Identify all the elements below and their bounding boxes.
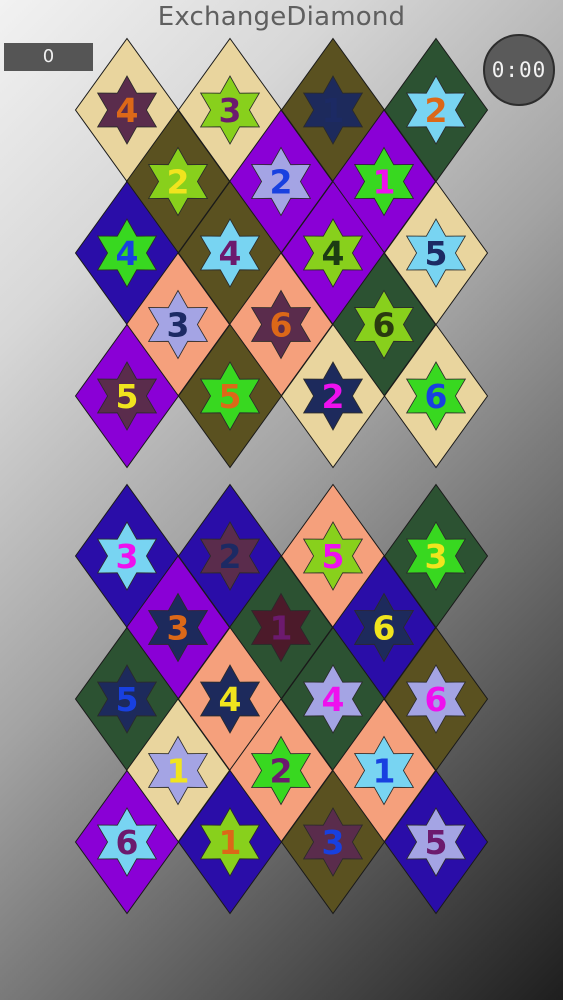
tile-number: 1 xyxy=(167,752,190,791)
tile-number: 6 xyxy=(373,306,396,345)
tile-number: 2 xyxy=(322,377,345,416)
tile-number: 4 xyxy=(219,680,242,719)
tile-number: 5 xyxy=(425,823,448,862)
tile-number: 2 xyxy=(219,537,242,576)
tile-number: 6 xyxy=(116,823,139,862)
tile-number: 2 xyxy=(425,91,448,130)
tile-number: 3 xyxy=(322,823,345,862)
tile-number: 6 xyxy=(425,377,448,416)
tile-number: 1 xyxy=(219,823,242,862)
tile-number: 6 xyxy=(270,306,293,345)
tile-number: 3 xyxy=(116,537,139,576)
game-board: 4 3 1 22 2 14 4 4 53 6 65 5 2 63 2 5 33 1 65 4 4 61 2 16 1 3 5 xyxy=(74,37,489,915)
tile-number: 4 xyxy=(219,234,242,273)
tile-number: 2 xyxy=(270,163,293,202)
tile-number: 5 xyxy=(425,234,448,273)
tile-number: 1 xyxy=(322,91,345,130)
tile-number: 1 xyxy=(373,752,396,791)
tile-number: 1 xyxy=(270,609,293,648)
tile-number: 4 xyxy=(322,680,345,719)
tile-number: 4 xyxy=(322,234,345,273)
tile-number: 5 xyxy=(322,537,345,576)
tile-number: 3 xyxy=(425,537,448,576)
tile-number: 4 xyxy=(116,234,139,273)
tile-number: 2 xyxy=(167,163,190,202)
tile-number: 5 xyxy=(116,680,139,719)
tile-number: 1 xyxy=(373,163,396,202)
tile-number: 3 xyxy=(167,306,190,345)
tile-number: 6 xyxy=(425,680,448,719)
tile-number: 4 xyxy=(116,91,139,130)
tile-number: 3 xyxy=(219,91,242,130)
tile-number: 6 xyxy=(373,609,396,648)
board-top: 4 3 1 22 2 14 4 4 53 6 65 5 2 6 xyxy=(74,37,489,469)
tile-number: 3 xyxy=(167,609,190,648)
board-bottom: 3 2 5 33 1 65 4 4 61 2 16 1 3 5 xyxy=(74,483,489,915)
tile-number: 5 xyxy=(116,377,139,416)
tile-number: 5 xyxy=(219,377,242,416)
tile-number: 2 xyxy=(270,752,293,791)
